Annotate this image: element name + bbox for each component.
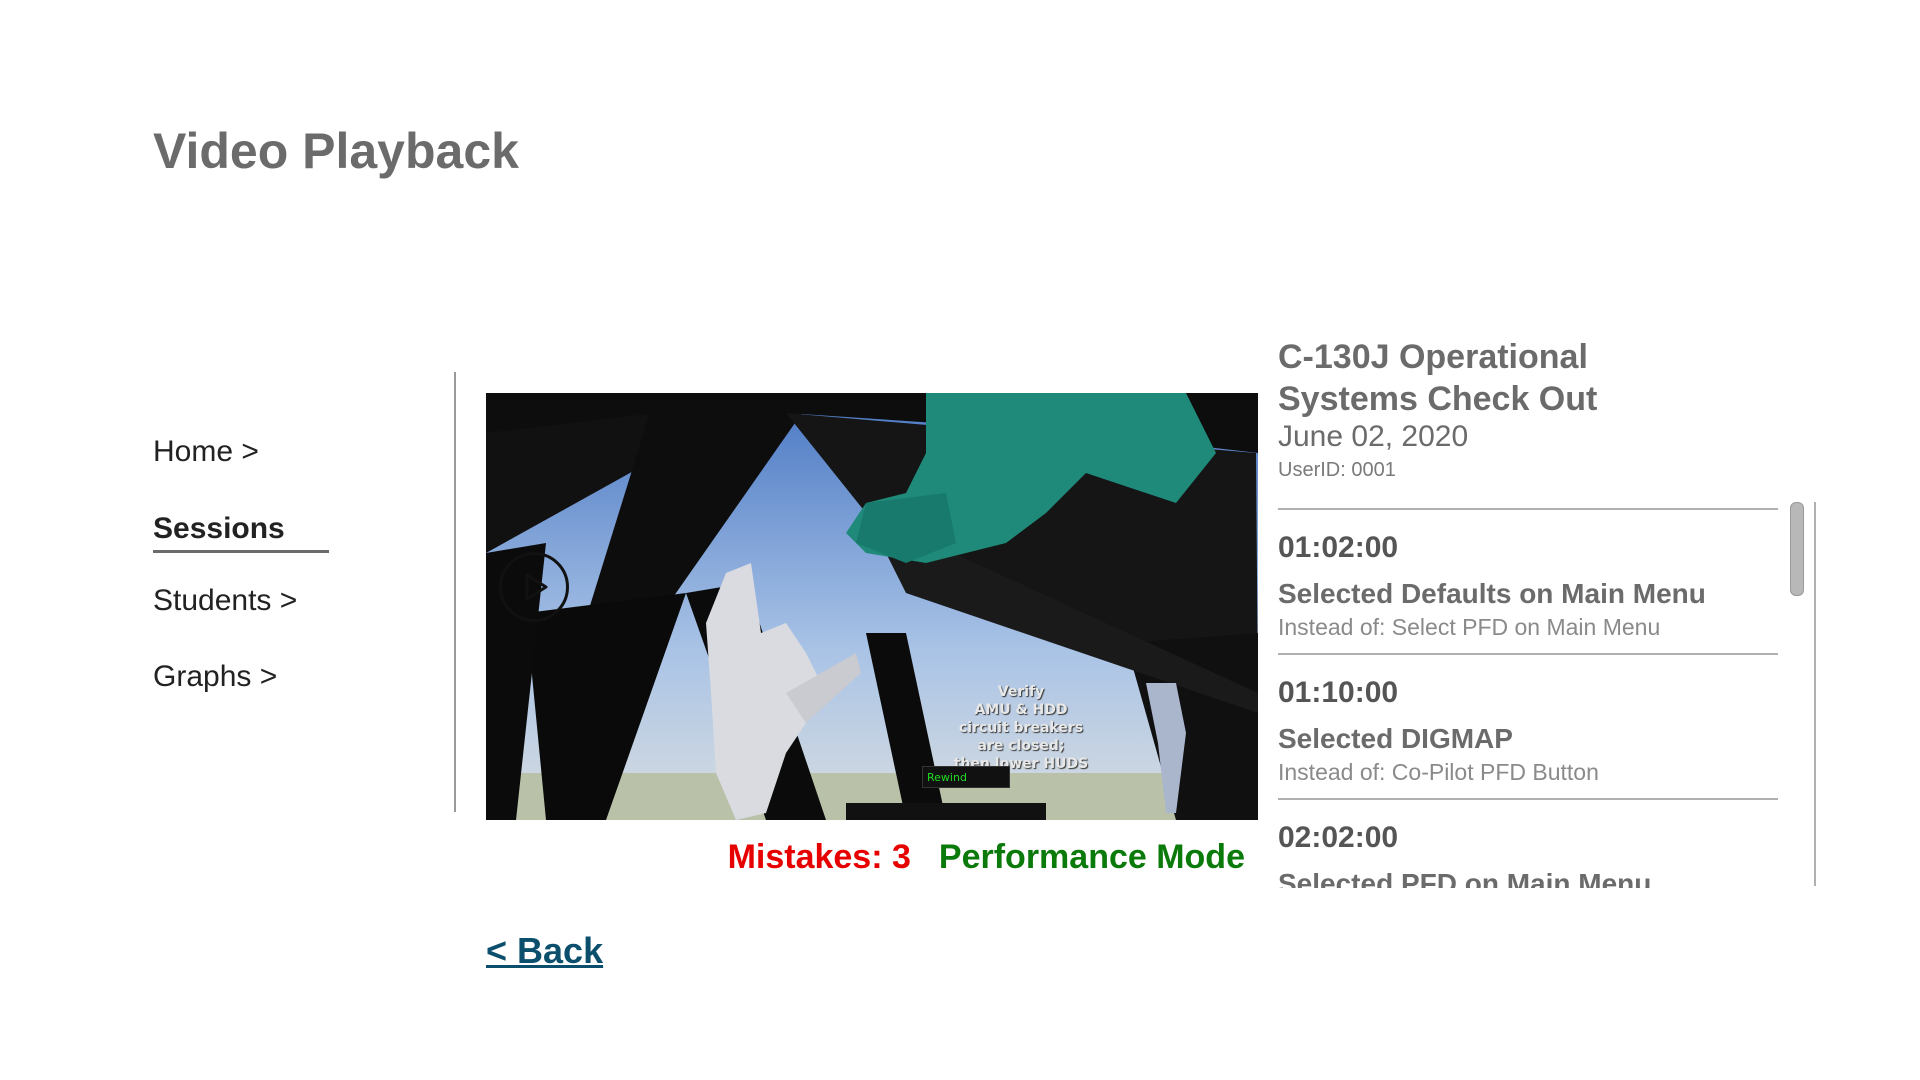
list-item[interactable]: 01:10:00 Selected DIGMAP Instead of: Co-…: [1278, 655, 1778, 800]
hud-line: Verify: [997, 684, 1045, 700]
event-timestamp: 01:10:00: [1278, 676, 1399, 709]
session-date: June 02, 2020: [1278, 420, 1469, 453]
list-item[interactable]: 01:02:00 Selected Defaults on Main Menu …: [1278, 510, 1778, 655]
video-playback-page: Video Playback Home > Sessions Students …: [0, 0, 1920, 1080]
performance-mode-label: Performance Mode: [938, 838, 1245, 876]
event-expected: Instead of: Select PFD on Main Menu: [1278, 614, 1661, 640]
event-timestamp: 01:02:00: [1278, 531, 1399, 564]
hud-rewind-button: Rewind: [922, 766, 1010, 788]
event-action: Selected Defaults on Main Menu: [1278, 578, 1706, 609]
event-expected: Instead of: Co-Pilot PFD Button: [1278, 759, 1599, 785]
nav-sessions[interactable]: Sessions: [153, 512, 329, 553]
list-item[interactable]: 02:02:00 Selected PFD on Main Menu: [1278, 800, 1778, 888]
playback-status: Mistakes: 3 Performance Mode: [700, 838, 1245, 877]
mistakes-list[interactable]: 01:02:00 Selected Defaults on Main Menu …: [1278, 508, 1778, 888]
hud-line: AMU & HDD: [974, 702, 1068, 718]
nav-home[interactable]: Home >: [153, 435, 259, 469]
nav-students[interactable]: Students >: [153, 584, 297, 618]
sidebar-divider: [454, 372, 456, 812]
session-title: C-130J Operational Systems Check Out: [1278, 338, 1598, 418]
video-player[interactable]: Verify AMU & HDD circuit breakers are cl…: [486, 393, 1258, 820]
event-timestamp: 02:02:00: [1278, 821, 1399, 854]
video-frame: [486, 393, 1258, 820]
page-title: Video Playback: [153, 123, 519, 179]
scrollbar-track: [1814, 502, 1816, 886]
scrollbar-thumb[interactable]: [1790, 502, 1804, 596]
event-action: Selected DIGMAP: [1278, 723, 1513, 754]
play-icon: [525, 573, 548, 601]
hud-instruction-text: Verify AMU & HDD circuit breakers are cl…: [941, 683, 1101, 773]
hud-line: circuit breakers: [958, 720, 1084, 736]
nav-graphs[interactable]: Graphs >: [153, 660, 277, 694]
play-button[interactable]: [499, 552, 569, 622]
session-user-id: UserID: 0001: [1278, 459, 1396, 481]
back-link[interactable]: < Back: [486, 930, 603, 972]
event-action: Selected PFD on Main Menu: [1278, 868, 1652, 888]
hud-line: are closed;: [977, 738, 1065, 754]
mistakes-count: Mistakes: 3: [727, 838, 911, 876]
